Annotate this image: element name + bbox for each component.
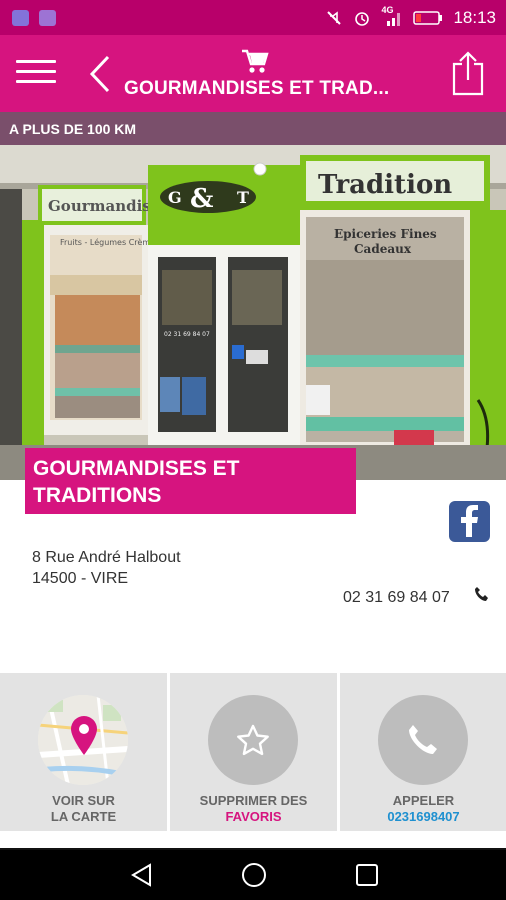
action-bar: VOIR SUR LA CARTE SUPPRIMER DES FAVORIS … [0,673,506,831]
sign-right-text: Tradition [318,170,452,200]
star-circle [208,695,298,785]
signal-icon: 4G [381,5,403,27]
storefront-image: Gourmandise Fruits - Légumes Crèmeries G… [0,145,506,480]
sign-logo-left: G [168,188,182,207]
system-nav-bar [0,850,506,900]
call-button[interactable]: APPELER 0231698407 [340,673,506,831]
distance-label: A PLUS DE 100 KM [0,112,506,145]
nav-home-button[interactable] [241,862,267,893]
nav-back-button[interactable] [129,862,155,893]
sign-logo-amp: & [190,184,213,214]
business-name: GOURMANDISES ET TRADITIONS [25,448,356,514]
status-bar: 4G 18:13 [0,0,506,35]
window-right-line1: Epiceries Fines [334,227,437,241]
battery-icon [413,10,443,25]
cart-icon [242,49,269,73]
storefront-photo[interactable]: Gourmandise Fruits - Légumes Crèmeries G… [0,145,506,480]
app-notification-icon [12,9,29,26]
back-button[interactable] [84,53,116,95]
facebook-icon [461,505,478,537]
facebook-button[interactable] [449,501,490,542]
sign-left-text: Gourmandise [48,197,160,215]
address-line2: 14500 - VIRE [32,570,129,587]
menu-icon [16,60,56,63]
mute-icon [327,10,342,25]
view-on-map-button[interactable]: VOIR SUR LA CARTE [0,673,167,831]
phone-number[interactable]: 02 31 69 84 07 [343,589,450,607]
share-button[interactable] [449,49,487,97]
remove-favorite-label: SUPPRIMER DES FAVORIS [199,793,308,824]
app-bar: GOURMANDISES ET TRAD... [0,35,506,112]
view-on-map-label: VOIR SUR LA CARTE [50,793,117,824]
clock: 18:13 [453,7,496,27]
menu-button[interactable] [16,55,56,89]
phone-icon [475,587,488,601]
recents-square-icon [356,864,378,886]
remove-favorite-button[interactable]: SUPPRIMER DES FAVORIS [170,673,337,831]
phone-circle [378,695,468,785]
phone-call-button[interactable] [474,586,490,607]
app-notification-icon [39,9,56,26]
phone-icon [409,725,437,754]
call-label: APPELER 0231698407 [387,793,460,824]
home-circle-icon [242,863,266,887]
nav-recents-button[interactable] [354,862,380,893]
map-pin-icon [71,716,97,755]
sign-logo-right: T [237,188,249,207]
address-line1: 8 Rue André Halbout [32,549,181,566]
door-phone: 02 31 69 84 07 [164,331,210,338]
window-right-line2: Cadeaux [354,242,412,256]
address: 8 Rue André Halbout 14500 - VIRE [32,547,181,589]
star-icon [237,724,269,756]
back-icon [89,55,110,93]
page-title: GOURMANDISES ET TRAD... [124,78,390,99]
alarm-icon [355,11,370,26]
share-icon [452,51,484,96]
back-triangle-icon [131,863,151,887]
